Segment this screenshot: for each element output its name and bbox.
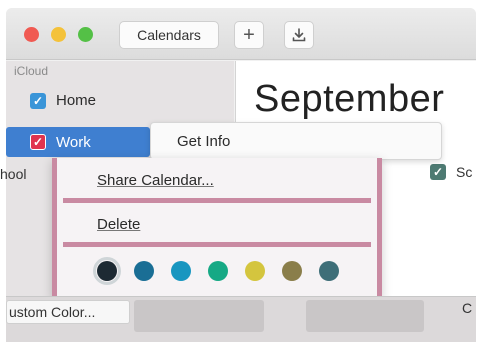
menu-separator — [63, 198, 371, 203]
bottom-panel-left — [134, 300, 264, 332]
custom-color-label: ustom Color... — [9, 304, 96, 320]
calendar-toggle-right[interactable]: ✓ Sc — [430, 164, 472, 180]
calendars-button-label: Calendars — [137, 27, 201, 43]
color-swatch[interactable] — [134, 261, 154, 281]
zoom-window-button[interactable] — [78, 27, 93, 42]
color-swatch[interactable] — [319, 261, 339, 281]
sidebar-item-home[interactable]: ✓ Home — [30, 92, 96, 109]
sidebar-item-school[interactable]: hool — [0, 166, 26, 182]
sidebar-item-work[interactable]: ✓ Work — [6, 127, 150, 157]
color-swatch[interactable] — [245, 261, 265, 281]
minimize-window-button[interactable] — [51, 27, 66, 42]
calendar-toggle-label: Sc — [456, 164, 473, 180]
menu-separator — [63, 242, 371, 247]
home-checkbox[interactable]: ✓ — [30, 92, 46, 109]
context-menu: Share Calendar... Delete — [52, 158, 382, 298]
sidebar-item-label: Home — [56, 92, 97, 109]
plus-icon: + — [243, 23, 255, 46]
export-button[interactable] — [284, 21, 314, 49]
color-swatch[interactable] — [282, 261, 302, 281]
icloud-section-header: iCloud — [14, 64, 49, 78]
sidebar-item-label: Work — [56, 133, 91, 151]
add-event-button[interactable]: + — [234, 21, 264, 49]
calendars-button[interactable]: Calendars — [119, 21, 219, 49]
bottom-panel-right — [306, 300, 424, 332]
color-swatch[interactable] — [93, 257, 121, 285]
get-info-menu-item[interactable]: Get Info — [150, 122, 442, 160]
color-swatch[interactable] — [171, 261, 191, 281]
color-swatch[interactable] — [208, 261, 228, 281]
color-swatch-row — [93, 257, 339, 285]
delete-menu-item[interactable]: Delete — [97, 216, 140, 233]
month-title: September — [254, 78, 445, 120]
custom-color-button[interactable]: ustom Color... — [6, 300, 130, 324]
sidebar-item-label: hool — [0, 166, 27, 182]
close-window-button[interactable] — [24, 27, 39, 42]
get-info-label: Get Info — [177, 132, 231, 150]
toolbar: Calendars + — [6, 8, 476, 60]
work-checkbox[interactable]: ✓ — [30, 134, 46, 150]
bottom-right-label: C — [462, 300, 473, 316]
share-calendar-menu-item[interactable]: Share Calendar... — [97, 172, 214, 189]
checkbox-icon[interactable]: ✓ — [430, 164, 446, 180]
download-icon — [292, 28, 306, 42]
